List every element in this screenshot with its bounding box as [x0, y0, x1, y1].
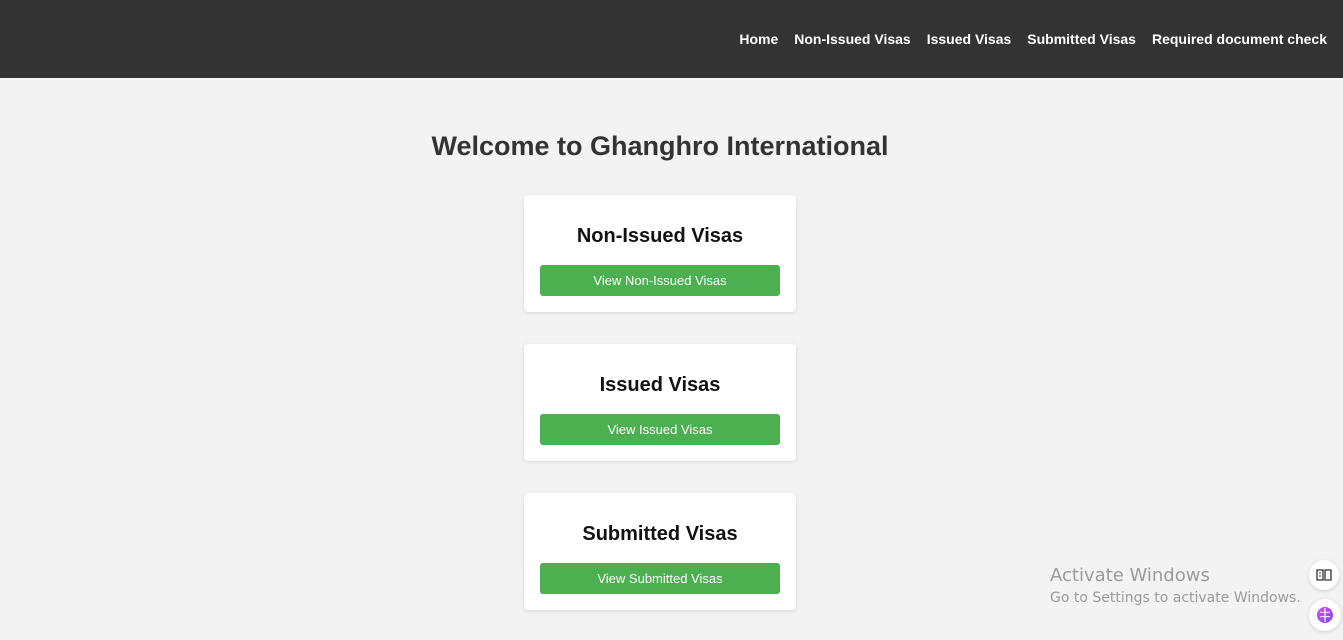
watermark-subtitle: Go to Settings to activate Windows.	[1050, 590, 1301, 606]
top-navbar: Home Non-Issued Visas Issued Visas Submi…	[0, 0, 1343, 78]
reader-icon[interactable]	[1309, 560, 1339, 590]
nav-link-non-issued-visas[interactable]: Non-Issued Visas	[794, 31, 910, 48]
card-non-issued-visas: Non-Issued Visas View Non-Issued Visas	[524, 195, 796, 312]
brain-icon-glyph	[1317, 607, 1333, 623]
nav-link-home[interactable]: Home	[739, 31, 778, 48]
reader-icon-glyph	[1316, 569, 1332, 581]
watermark-title: Activate Windows	[1050, 565, 1210, 586]
nav-link-issued-visas[interactable]: Issued Visas	[927, 31, 1012, 48]
activate-windows-watermark: Activate Windows Go to Settings to activ…	[1050, 565, 1301, 608]
brain-icon[interactable]	[1309, 599, 1341, 631]
view-submitted-visas-button[interactable]: View Submitted Visas	[540, 563, 780, 594]
main-nav: Home Non-Issued Visas Issued Visas Submi…	[723, 31, 1327, 48]
nav-link-submitted-visas[interactable]: Submitted Visas	[1027, 31, 1136, 48]
card-issued-visas: Issued Visas View Issued Visas	[524, 344, 796, 461]
nav-link-required-document-check[interactable]: Required document check	[1152, 31, 1327, 48]
card-submitted-visas: Submitted Visas View Submitted Visas	[524, 493, 796, 610]
view-non-issued-visas-button[interactable]: View Non-Issued Visas	[540, 265, 780, 296]
card-title: Issued Visas	[599, 374, 721, 396]
card-title: Submitted Visas	[582, 523, 738, 545]
card-title: Non-Issued Visas	[576, 225, 744, 247]
page-title: Welcome to Ghanghro International	[431, 131, 889, 161]
view-issued-visas-button[interactable]: View Issued Visas	[540, 414, 780, 445]
